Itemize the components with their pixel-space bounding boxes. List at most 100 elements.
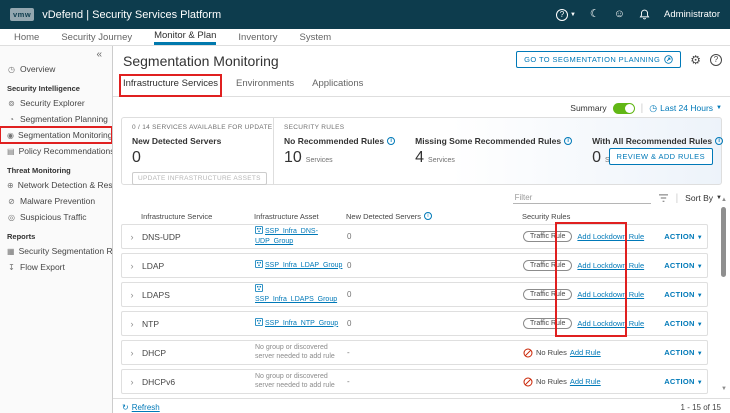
update-infrastructure-assets-button[interactable]: UPDATE INFRASTRUCTURE ASSETS [132,172,267,185]
row-expand-icon[interactable]: › [122,348,142,358]
chevron-down-icon: ▼ [696,322,703,328]
sidebar-entry[interactable]: ▦ Security Segmentation R... [0,243,112,259]
sidebar-item-icon: ⊘ [8,196,15,206]
gear-icon[interactable]: ⚙ [690,54,701,66]
stat-value: 4 [415,149,425,166]
action-dropdown[interactable]: ACTION ▼ [645,348,703,357]
vmware-logo: vmw [10,8,35,21]
sidebar-item-icon: ⊕ [7,180,14,190]
asset-group-link[interactable]: SSP_Infra_DNS-UDP_Group [255,228,318,245]
moon-icon[interactable]: ☾ [590,9,600,20]
nav-item[interactable]: Inventory [238,29,277,45]
action-dropdown[interactable]: ACTION ▼ [645,377,703,386]
traffic-rule-badge: Traffic Rule [523,231,573,242]
add-lockdown-rule-link[interactable]: Add Lockdown Rule [577,290,644,299]
sidebar-item-label: Security Intelligence [7,84,80,93]
add-rule-link[interactable]: Add Rule [570,377,601,386]
nav-item[interactable]: Monitor & Plan [154,29,217,45]
action-dropdown[interactable]: ACTION ▼ [645,319,703,328]
go-to-segmentation-planning-button[interactable]: GO TO SEGMENTATION PLANNING [516,51,682,68]
sidebar-item-label: Segmentation Monitoring [17,130,113,140]
bell-icon[interactable] [639,9,650,20]
asset-cell: No group or discovered server needed to … [255,373,347,391]
sidebar-entry[interactable]: ◔ Segmentation Planning [0,111,112,127]
asset-cell: SSP_Infra_LDAP_Group [255,259,347,272]
asset-note: No group or discovered server needed to … [255,372,335,389]
tab[interactable]: Applications [312,78,363,93]
action-dropdown[interactable]: ACTION ▼ [645,261,703,270]
asset-group-link[interactable]: SSP_Infra_NTP_Group [265,320,338,327]
sidebar-item-label: Network Detection & Res... [17,180,113,190]
column-infrastructure-service: Infrastructure Service [141,211,213,221]
add-lockdown-rule-link[interactable]: Add Lockdown Rule [577,319,644,328]
action-dropdown[interactable]: ACTION ▼ [645,290,703,299]
info-icon[interactable]: i [715,137,724,145]
tab[interactable]: Environments [236,78,294,93]
page-help-icon[interactable]: ? [710,53,722,66]
table-header: Infrastructure Service Infrastructure As… [121,208,722,224]
sidebar-entry[interactable]: ↧ Flow Export [0,259,112,275]
asset-group-link[interactable]: SSP_Infra_LDAP_Group [265,262,342,269]
info-icon[interactable]: i [424,212,433,220]
add-lockdown-rule-link[interactable]: Add Lockdown Rule [577,261,644,270]
add-lockdown-rule-link[interactable]: Add Lockdown Rule [577,232,644,241]
time-range-dropdown[interactable]: ◷ Last 24 Hours ▼ [649,103,722,114]
sort-by-dropdown[interactable]: Sort By ▼ [685,193,722,203]
sidebar-entry[interactable]: Threat Monitoring [0,159,112,177]
row-expand-icon[interactable]: › [122,261,142,271]
scroll-down-icon[interactable]: ▼ [720,386,728,392]
refresh-link[interactable]: ↻ Refresh [122,403,160,412]
traffic-rule-badge: Traffic Rule [523,318,573,329]
sidebar-entry[interactable]: ◷ Overview [0,61,112,77]
row-expand-icon[interactable]: › [122,232,142,242]
security-rules-cell: Traffic Rule Add Lockdown Rule [523,318,645,329]
nav-item[interactable]: System [300,29,332,45]
sidebar-collapse-icon[interactable]: « [0,46,112,61]
table-row: › DHCP No group or discovered server nee… [121,340,708,365]
sidebar-entry[interactable]: ⊕ Network Detection & Res... [0,177,112,193]
action-dropdown[interactable]: ACTION ▼ [645,232,703,241]
user-menu[interactable]: Administrator [664,9,720,20]
new-detected-servers-value: 0 [347,319,352,328]
row-expand-icon[interactable]: › [122,290,142,300]
security-rules-cell: Traffic Rule Add Lockdown Rule [523,289,645,300]
application-header: vmw vDefend | Security Services Platform… [0,0,730,29]
sidebar-item-label: Threat Monitoring [7,166,71,175]
nav-item[interactable]: Security Journey [61,29,132,45]
filter-input[interactable] [512,192,651,204]
info-icon[interactable]: i [387,137,396,145]
stat-unit: Services [428,157,455,164]
tab[interactable]: Infrastructure Services [118,74,223,97]
sidebar-entry[interactable]: ⊘ Malware Prevention [0,193,112,209]
filter-icon[interactable] [658,193,669,203]
group-icon [255,284,263,296]
sidebar-entry[interactable]: ⊚ Security Explorer [0,95,112,111]
row-expand-icon[interactable]: › [122,377,142,387]
summary-toggle[interactable] [612,102,635,114]
no-rules-icon [523,376,533,387]
scroll-up-icon[interactable]: ▲ [720,197,728,203]
sidebar-entry[interactable]: Reports [0,225,112,243]
sidebar-entry[interactable]: ▤ Policy Recommendations [0,143,112,159]
row-expand-icon[interactable]: › [122,319,142,329]
no-rules-label: No Rules [536,348,567,357]
add-rule-link[interactable]: Add Rule [570,348,601,357]
table-row: › LDAP SSP_Infra_LDAP_Group 0 Traffic Ru… [121,253,708,278]
sidebar-item-label: Reports [7,232,36,241]
info-icon[interactable]: i [564,137,573,145]
sidebar-entry[interactable]: ◉ Segmentation Monitoring [0,126,113,144]
asset-group-link[interactable]: SSP_Infra_LDAPS_Group [255,296,337,303]
sidebar-item-icon: ▦ [7,246,15,256]
vertical-scrollbar[interactable]: ▲ ▼ [720,197,728,392]
help-icon[interactable]: ? ▼ [555,8,576,21]
sidebar-entry[interactable]: ◎ Suspicious Traffic [0,209,112,225]
service-name: DHCPv6 [142,376,176,387]
stat-label: Missing Some Recommended Rules [415,136,562,146]
sidebar-item-label: Security Explorer [20,98,85,108]
sidebar-item-icon: ▤ [7,146,15,156]
sidebar-entry[interactable]: Security Intelligence [0,77,112,95]
nav-item[interactable]: Home [14,29,39,45]
feedback-icon[interactable]: ☺ [614,9,625,20]
scrollbar-thumb[interactable] [721,207,726,277]
review-and-add-rules-button[interactable]: REVIEW & ADD RULES [608,148,713,165]
